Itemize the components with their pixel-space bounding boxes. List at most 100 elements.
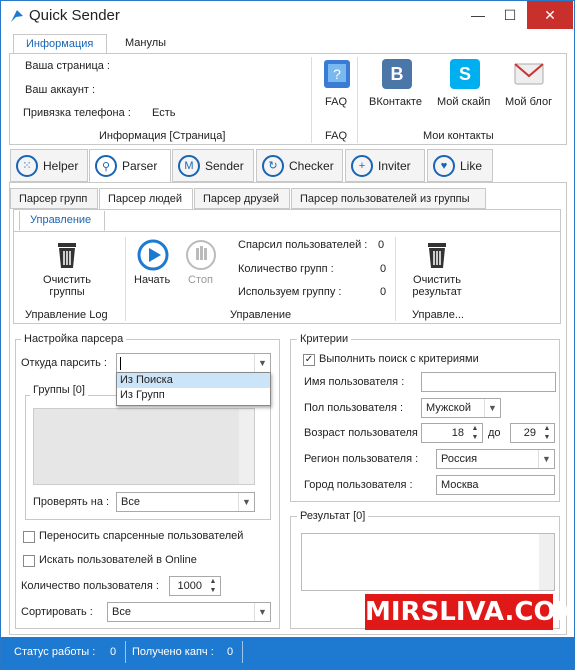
option-from-groups[interactable]: Из Групп [117, 388, 270, 403]
text-cursor [120, 357, 121, 370]
start-button[interactable]: Начать [134, 274, 170, 286]
groups-count-value: 0 [380, 263, 387, 275]
tab-inviter[interactable]: + Inviter [345, 149, 425, 182]
clear-groups-button[interactable]: Очистить группы [39, 274, 95, 298]
subtab-group-users-parser[interactable]: Парсер пользователей из группы [291, 188, 486, 209]
groups-list[interactable] [33, 408, 255, 485]
work-status-label: Статус работы : [14, 646, 96, 658]
refresh-icon: ↻ [262, 154, 284, 177]
age-from-stepper[interactable]: 18 ▲ ▼ [421, 423, 483, 443]
skype-label[interactable]: Мой скайп [437, 96, 490, 108]
tab-label: Sender [205, 158, 244, 173]
spinner-arrows-icon[interactable]: ▲ ▼ [206, 577, 220, 595]
criteria-enable-label[interactable]: Выполнить поиск с критериями [319, 353, 479, 365]
name-input[interactable] [421, 372, 556, 392]
tab-info[interactable]: Информация [13, 34, 107, 54]
groups-title: Группы [0] [30, 384, 88, 396]
region-select[interactable]: Россия ▼ [436, 449, 555, 469]
subtab-people-parser[interactable]: Парсер людей [99, 188, 193, 210]
plus-icon: + [351, 154, 373, 177]
check-select[interactable]: Все ▼ [116, 492, 255, 512]
groups-count-label: Количество групп : [238, 263, 334, 275]
clear-result-button[interactable]: Очистить результат [405, 274, 469, 298]
tab-label: Inviter [378, 158, 411, 173]
clear-groups-line1: Очистить [43, 274, 91, 286]
stop-button[interactable]: Стоп [188, 274, 213, 286]
gender-select[interactable]: Мужской ▼ [421, 398, 501, 418]
city-input[interactable]: Москва [436, 475, 555, 495]
contacts-footer: Мои контакты [423, 130, 494, 142]
tab-sender[interactable]: M Sender [172, 149, 254, 182]
mail-icon[interactable] [513, 58, 545, 90]
watermark-banner: MIRSLIVA.COM [365, 594, 574, 630]
divider [125, 237, 126, 321]
stop-hand-icon[interactable] [185, 239, 217, 271]
clear-result-line1: Очистить [413, 274, 461, 286]
log-footer: Управление Log [25, 309, 108, 321]
city-label: Город пользователя : [304, 479, 413, 491]
sort-label: Сортировать : [21, 606, 93, 618]
option-from-search[interactable]: Из Поиска [117, 373, 270, 388]
subtab-group-parser[interactable]: Парсер групп [10, 188, 98, 209]
maximize-button[interactable]: ☐ [494, 1, 526, 29]
blog-label[interactable]: Мой блог [505, 96, 552, 108]
trash-icon[interactable] [425, 241, 449, 269]
chevron-down-icon: ▼ [254, 354, 270, 372]
check-label: Проверять на : [33, 496, 110, 508]
groups-scrollbar[interactable] [239, 409, 254, 484]
count-stepper[interactable]: 1000 ▲ ▼ [169, 576, 221, 596]
grid-icon: ⁙ [16, 154, 38, 177]
parsed-value: 0 [378, 239, 385, 251]
online-label[interactable]: Искать пользователей в Online [39, 554, 197, 566]
tab-helper[interactable]: ⁙ Helper [10, 149, 88, 182]
age-to-stepper[interactable]: 29 ▲ ▼ [510, 423, 555, 443]
close-button[interactable]: ✕ [527, 1, 573, 29]
vk-label[interactable]: ВКонтакте [369, 96, 422, 108]
search-icon: ⚲ [95, 155, 117, 177]
work-status-value: 0 [110, 646, 117, 658]
chevron-down-icon: ▼ [538, 450, 554, 468]
sort-select[interactable]: Все ▼ [107, 602, 271, 622]
faq-footer: FAQ [325, 130, 348, 142]
age-to-value: 29 [523, 427, 536, 439]
spinner-arrows-icon[interactable]: ▲ ▼ [540, 424, 554, 442]
subtab-friends-parser[interactable]: Парсер друзей [194, 188, 290, 209]
faq-label[interactable]: FAQ [325, 96, 347, 108]
tab-checker[interactable]: ↻ Checker [256, 149, 343, 182]
from-select[interactable]: ▼ [116, 353, 271, 373]
sort-value: Все [112, 606, 131, 618]
spinner-arrows-icon[interactable]: ▲ ▼ [468, 424, 482, 442]
ribbon-tab-control[interactable]: Управление [19, 211, 105, 231]
trash-icon[interactable] [55, 241, 79, 269]
result-scrollbar[interactable] [539, 534, 554, 590]
tab-label: Checker [289, 158, 334, 173]
chevron-down-icon: ▼ [254, 603, 270, 621]
tab-manuals[interactable]: Манулы [113, 34, 193, 54]
skype-icon[interactable]: S [450, 59, 480, 89]
divider [357, 57, 358, 143]
app-logo-icon [11, 10, 23, 22]
using-group-label: Используем группу : [238, 286, 342, 298]
minimize-button[interactable]: — [462, 1, 494, 29]
tab-parser[interactable]: ⚲ Parser [89, 149, 171, 183]
check-value: Все [121, 496, 140, 508]
count-label: Количество пользователя : [21, 580, 159, 592]
vk-icon[interactable]: B [382, 59, 412, 89]
criteria-checkbox[interactable]: ✓ [303, 354, 315, 366]
tab-label: Helper [43, 158, 79, 173]
title-bar: Quick Sender — ☐ ✕ [1, 1, 574, 31]
app-window: Quick Sender — ☐ ✕ Информация Манулы Ваш… [0, 0, 575, 670]
play-icon[interactable] [137, 239, 169, 271]
transfer-label[interactable]: Переносить спарсенные пользователей [39, 530, 243, 542]
divider [125, 641, 126, 663]
tab-like[interactable]: ♥ Like [427, 149, 493, 182]
count-value: 1000 [177, 580, 202, 592]
svg-text:?: ? [333, 66, 341, 82]
name-label: Имя пользователя : [304, 376, 405, 388]
online-checkbox[interactable] [23, 555, 35, 567]
faq-icon[interactable]: ? [322, 58, 352, 90]
transfer-checkbox[interactable] [23, 531, 35, 543]
result-footer: Управле... [412, 309, 464, 321]
chevron-down-icon: ▼ [484, 399, 500, 417]
result-list[interactable] [301, 533, 555, 591]
